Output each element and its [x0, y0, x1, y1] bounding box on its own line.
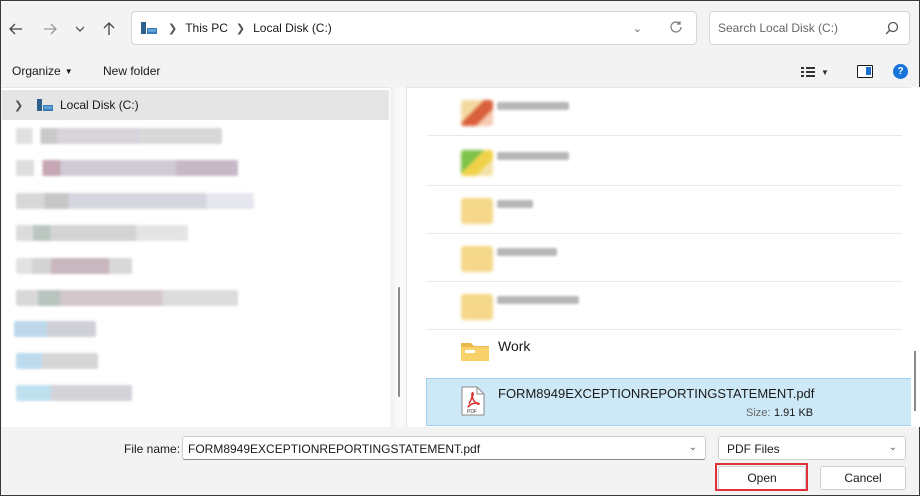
forward-button[interactable]: [37, 16, 63, 42]
folder-name: Work: [498, 338, 531, 354]
file-open-dialog: ❯ This PC ❯ Local Disk (C:) ⌄ Organize▼ …: [0, 0, 920, 496]
file-size-label: Size:: [746, 407, 771, 419]
arrow-up-icon: [103, 22, 115, 35]
folder-icon: [461, 246, 493, 272]
folder-icon: [461, 343, 489, 361]
nav-scrollbar-thumb[interactable]: [398, 287, 400, 397]
breadcrumb-this-pc[interactable]: This PC: [185, 21, 228, 35]
list-item-name-obscured: [497, 200, 533, 208]
up-button[interactable]: [96, 16, 122, 42]
chevron-right-icon[interactable]: ❯: [14, 99, 36, 112]
nav-item-obscured[interactable]: [16, 128, 222, 144]
view-dropdown-icon: ▼: [821, 67, 829, 77]
chevron-down-icon: ⌄: [888, 442, 897, 453]
folder-icon: [461, 294, 493, 320]
list-view-icon: [801, 67, 815, 77]
organize-dropdown-icon: ▼: [64, 67, 73, 76]
list-item-obscured[interactable]: [427, 138, 902, 186]
list-item-obscured[interactable]: [427, 186, 902, 234]
file-name-combobox[interactable]: ⌄: [182, 436, 706, 460]
folder-icon: [461, 198, 493, 224]
this-pc-icon: [141, 22, 157, 34]
list-item-obscured[interactable]: [427, 88, 902, 136]
nav-item-obscured[interactable]: [14, 321, 96, 337]
nav-item-obscured[interactable]: [16, 160, 238, 176]
nav-item-obscured[interactable]: [16, 290, 238, 306]
refresh-icon[interactable]: [668, 19, 684, 35]
nav-item-label: Local Disk (C:): [60, 98, 139, 112]
breadcrumb-separator: ❯: [235, 22, 246, 35]
list-item-name-obscured: [497, 248, 557, 256]
breadcrumb-separator: ❯: [168, 22, 178, 35]
file-name-input[interactable]: [188, 441, 678, 457]
nav-item-obscured[interactable]: [16, 385, 132, 401]
organize-label: Organize: [12, 64, 61, 78]
drive-icon: [37, 99, 53, 111]
file-list-scrollbar-thumb[interactable]: [914, 351, 916, 411]
recent-locations-button[interactable]: [67, 16, 93, 42]
file-name: FORM8949EXCEPTIONREPORTINGSTATEMENT.pdf: [498, 386, 815, 401]
cancel-button[interactable]: Cancel: [820, 466, 906, 490]
file-type-value: PDF Files: [727, 442, 780, 456]
file-name-label: File name:: [124, 442, 181, 456]
folder-icon: [461, 100, 493, 126]
file-type-select[interactable]: PDF Files ⌄: [718, 436, 906, 460]
breadcrumb-local-disk[interactable]: Local Disk (C:): [253, 21, 332, 35]
folder-icon: [461, 150, 493, 176]
nav-item-obscured[interactable]: [16, 353, 98, 369]
new-folder-button[interactable]: New folder: [103, 64, 160, 78]
file-size-value: 1.91 KB: [774, 407, 814, 419]
nav-item-obscured[interactable]: [16, 258, 132, 274]
list-item-work-folder[interactable]: Work: [427, 320, 902, 372]
arrow-right-icon: [44, 23, 57, 35]
search-input[interactable]: [718, 20, 878, 36]
list-item-obscured[interactable]: [427, 234, 902, 282]
organize-button[interactable]: Organize ▼: [12, 64, 73, 78]
pdf-icon: PDF: [461, 386, 485, 416]
chevron-down-icon[interactable]: ⌄: [689, 442, 697, 453]
search-icon[interactable]: [885, 21, 899, 35]
nav-item-local-disk[interactable]: ❯ Local Disk (C:): [2, 90, 389, 120]
search-box[interactable]: [709, 11, 910, 45]
open-button[interactable]: Open: [718, 466, 806, 490]
arrow-left-icon: [9, 23, 22, 35]
navigation-pane: ❯ Local Disk (C:): [2, 87, 390, 427]
help-icon[interactable]: ?: [893, 64, 908, 79]
nav-item-obscured[interactable]: [16, 225, 188, 241]
preview-pane-icon[interactable]: [857, 65, 873, 78]
list-item-name-obscured: [497, 296, 579, 304]
list-item-selected-file[interactable]: PDF FORM8949EXCEPTIONREPORTINGSTATEMENT.…: [426, 378, 914, 426]
address-bar[interactable]: ❯ This PC ❯ Local Disk (C:) ⌄: [131, 11, 697, 45]
view-options-button[interactable]: ▼: [801, 63, 837, 81]
svg-text:PDF: PDF: [467, 409, 477, 415]
list-item-name-obscured: [497, 102, 569, 110]
file-list-scrollbar[interactable]: [911, 87, 920, 427]
chevron-down-icon: [75, 26, 85, 32]
list-item-name-obscured: [497, 152, 569, 160]
nav-item-obscured[interactable]: [16, 193, 254, 209]
address-dropdown-icon[interactable]: ⌄: [633, 22, 642, 35]
file-list: Work PDF FORM8949EXCEPTIONREPORTINGSTATE…: [406, 87, 918, 427]
back-button[interactable]: [3, 16, 29, 42]
